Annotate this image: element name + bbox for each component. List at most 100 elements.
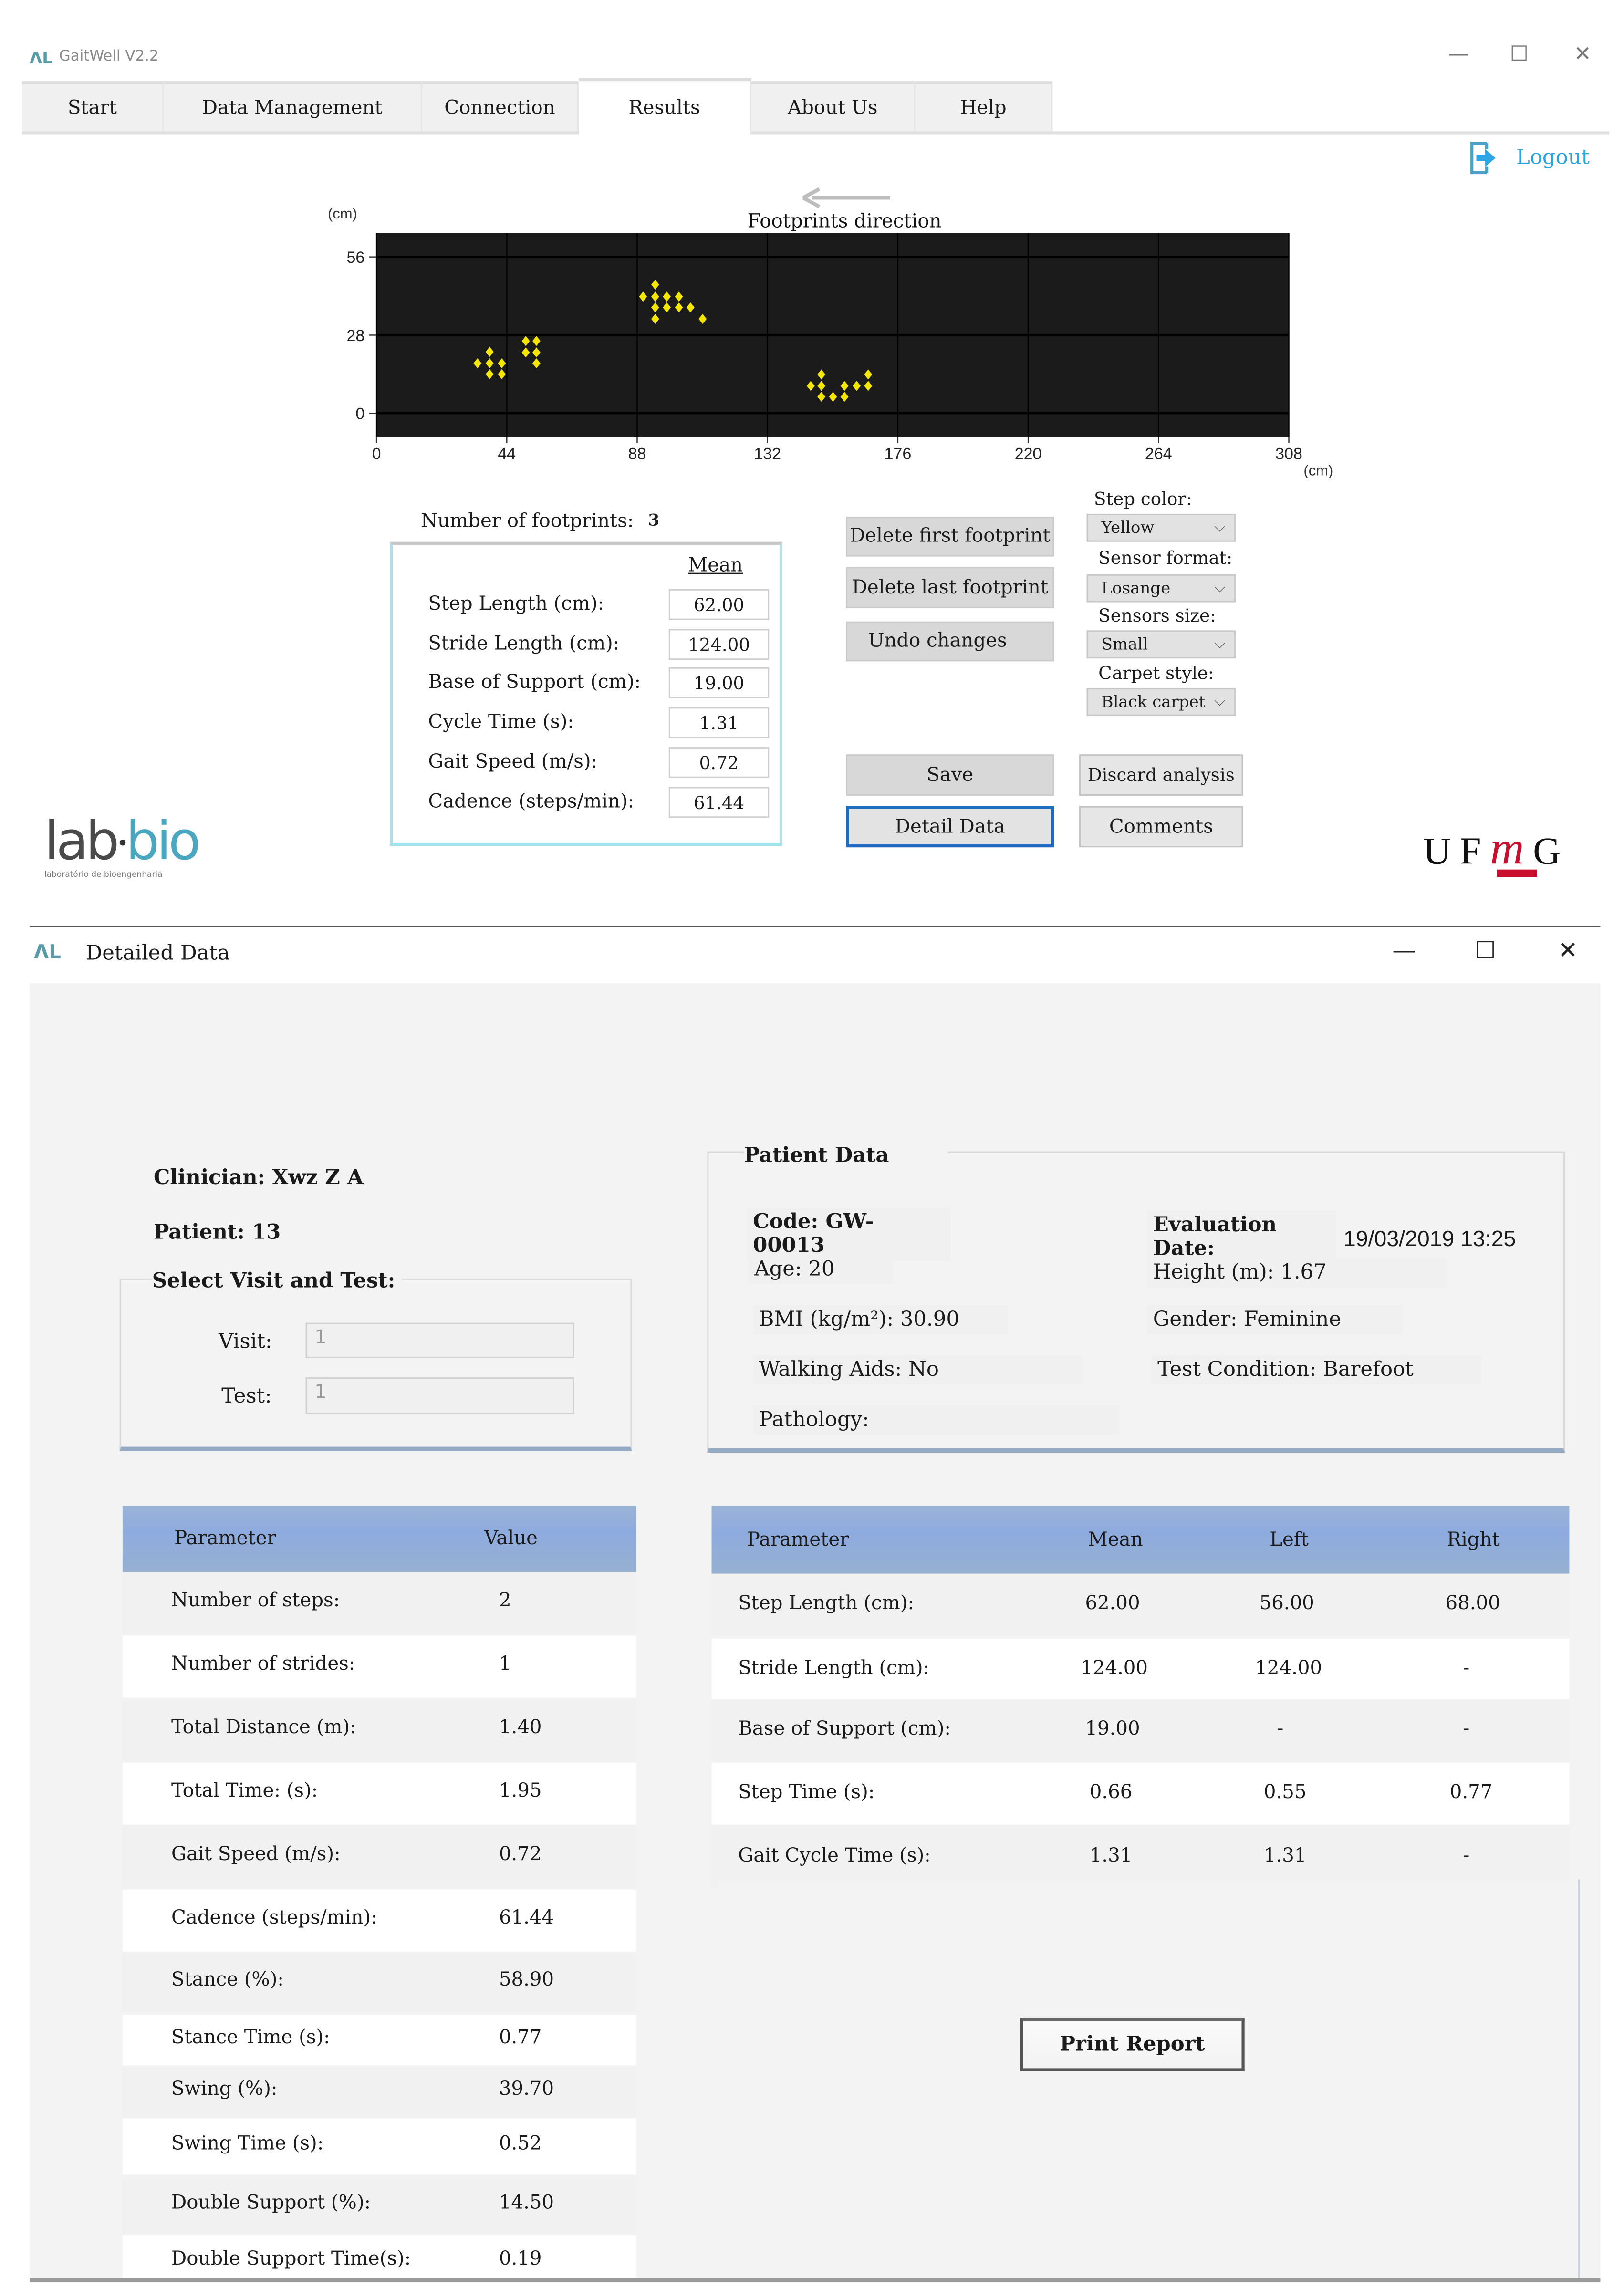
clinician-label: Clinician: Xwz Z A	[153, 1166, 364, 1190]
row-value: 1	[499, 1653, 511, 1676]
sensors-size-select[interactable]: Small ⌵	[1086, 630, 1236, 659]
x-tick-label: 132	[754, 445, 781, 463]
mean-header: Mean	[688, 555, 743, 577]
tab-start[interactable]: Start	[22, 81, 164, 132]
comments-button[interactable]: Comments	[1079, 806, 1243, 848]
patient-age: Age: 20	[748, 1255, 894, 1285]
table-row: Number of strides: 1	[122, 1635, 636, 1698]
delete-last-footprint-button[interactable]: Delete last footprint	[846, 567, 1054, 608]
logout-label: Logout	[1516, 146, 1590, 170]
row-mean: 62.00	[1085, 1592, 1140, 1615]
table-row: Double Support (%): 14.50	[122, 2177, 636, 2234]
labbio-logo: lab•bio laboratório de bioengenharia	[44, 816, 201, 880]
mean-field-value[interactable]: 61.44	[668, 787, 770, 818]
row-parameter: Gait Speed (m/s):	[171, 1844, 341, 1866]
logout-button[interactable]: Logout	[1469, 140, 1590, 176]
window-title: GaitWell V2.2	[59, 49, 159, 65]
delete-first-footprint-button[interactable]: Delete first footprint	[846, 517, 1054, 557]
table-row: Swing (%): 39.70	[122, 2067, 636, 2117]
test-input[interactable]: 1	[305, 1377, 574, 1414]
carpet-style-select[interactable]: Black carpet ⌵	[1086, 688, 1236, 716]
select-value: Yellow	[1101, 518, 1155, 538]
row-parameter: Cadence (steps/min):	[171, 1907, 377, 1930]
sensor-format-select[interactable]: Losange ⌵	[1086, 574, 1236, 603]
tab-help[interactable]: Help	[915, 81, 1053, 132]
mean-field-value[interactable]: 0.72	[668, 747, 770, 778]
print-report-button[interactable]: Print Report	[1020, 2018, 1245, 2071]
row-parameter: Double Support Time(s):	[171, 2248, 411, 2271]
x-tick-label: 264	[1145, 445, 1172, 463]
step-color-label: Step color:	[1094, 489, 1192, 510]
y-tick-label: 28	[346, 327, 364, 345]
row-parameter: Total Time: (s):	[171, 1780, 318, 1803]
labbio-dot: •	[116, 832, 129, 856]
x-tick-label: 308	[1275, 445, 1302, 463]
row-value: 0.72	[499, 1844, 542, 1866]
sensor-format-label: Sensor format:	[1098, 548, 1233, 569]
tab-about-us[interactable]: About Us	[751, 81, 916, 132]
mean-field-value[interactable]: 124.00	[668, 629, 770, 660]
x-tick-label: 0	[372, 445, 381, 463]
row-mean: 0.66	[1089, 1782, 1133, 1804]
button-label: Discard analysis	[1087, 764, 1235, 786]
row-parameter: Step Time (s):	[738, 1782, 875, 1804]
chevron-down-icon: ⌵	[1214, 694, 1226, 710]
y-tick-label: 56	[346, 249, 364, 267]
header-parameter: Parameter	[747, 1529, 849, 1552]
evaluation-date-value: 19/03/2019 13:25	[1343, 1227, 1516, 1252]
close-icon[interactable]: ✕	[1561, 43, 1605, 67]
row-value: 0.77	[499, 2027, 542, 2049]
patient-walking-aids: Walking Aids: No	[753, 1355, 1083, 1385]
header-left: Left	[1270, 1529, 1309, 1552]
maximize-icon[interactable]: ☐	[1463, 936, 1508, 964]
header-parameter: Parameter	[174, 1528, 276, 1550]
tab-data-management[interactable]: Data Management	[164, 81, 423, 132]
mean-field-value[interactable]: 1.31	[668, 707, 770, 738]
row-right: 0.77	[1449, 1782, 1493, 1804]
button-label: Delete first footprint	[849, 525, 1051, 548]
minimize-icon[interactable]: —	[1382, 936, 1426, 964]
button-label: Comments	[1109, 815, 1213, 838]
labbio-lab-text: lab	[44, 811, 120, 873]
select-visit-test-title: Select Visit and Test:	[152, 1269, 401, 1293]
maximize-icon[interactable]: ☐	[1497, 43, 1541, 67]
minimize-icon[interactable]: —	[1437, 43, 1481, 67]
row-value: 2	[499, 1590, 511, 1612]
row-value: 0.19	[499, 2248, 542, 2271]
x-tick-label: 44	[498, 445, 516, 463]
step-color-select[interactable]: Yellow ⌵	[1086, 513, 1236, 542]
patient-pathology: Pathology:	[753, 1405, 1119, 1435]
tab-label: Help	[960, 96, 1007, 119]
row-value: 1.95	[499, 1780, 542, 1803]
tab-label: Start	[67, 96, 117, 119]
select-value: Small	[1101, 634, 1148, 654]
footprint-count-value: 3	[648, 510, 660, 530]
detail-data-button[interactable]: Detail Data	[846, 806, 1054, 848]
visit-input[interactable]: 1	[305, 1322, 574, 1358]
tab-results[interactable]: Results	[579, 78, 752, 135]
close-icon[interactable]: ✕	[1546, 936, 1590, 964]
ufmg-letter: U	[1423, 830, 1460, 873]
app-logo-icon: ΛL	[34, 942, 61, 964]
report-area	[719, 1879, 1580, 2283]
discard-analysis-button[interactable]: Discard analysis	[1079, 754, 1243, 796]
tab-label: Connection	[444, 96, 555, 119]
row-value: 61.44	[499, 1907, 554, 1930]
x-axis-label: (cm)	[1303, 462, 1333, 478]
row-parameter: Swing Time (s):	[171, 2133, 324, 2155]
row-value: 0.52	[499, 2133, 542, 2155]
main-titlebar	[0, 0, 1624, 89]
select-value: Black carpet	[1101, 692, 1206, 712]
mean-field-value[interactable]: 62.00	[668, 589, 770, 620]
mean-field-label: Step Length (cm):	[428, 593, 604, 616]
undo-changes-button[interactable]: Undo changes	[846, 621, 1054, 662]
ufmg-letter: G	[1533, 830, 1570, 873]
mean-field-label: Base of Support (cm):	[428, 671, 641, 694]
x-tick-label: 176	[885, 445, 912, 463]
mean-field-value[interactable]: 19.00	[668, 667, 770, 698]
tab-connection[interactable]: Connection	[422, 81, 579, 132]
header-value: Value	[484, 1528, 538, 1550]
footprint-chart: 0 44 88 132 176 220 264 308 0 28 56 (cm) (cm) Footpri…	[328, 187, 1333, 478]
row-right: -	[1463, 1658, 1470, 1680]
save-button[interactable]: Save	[846, 754, 1054, 796]
